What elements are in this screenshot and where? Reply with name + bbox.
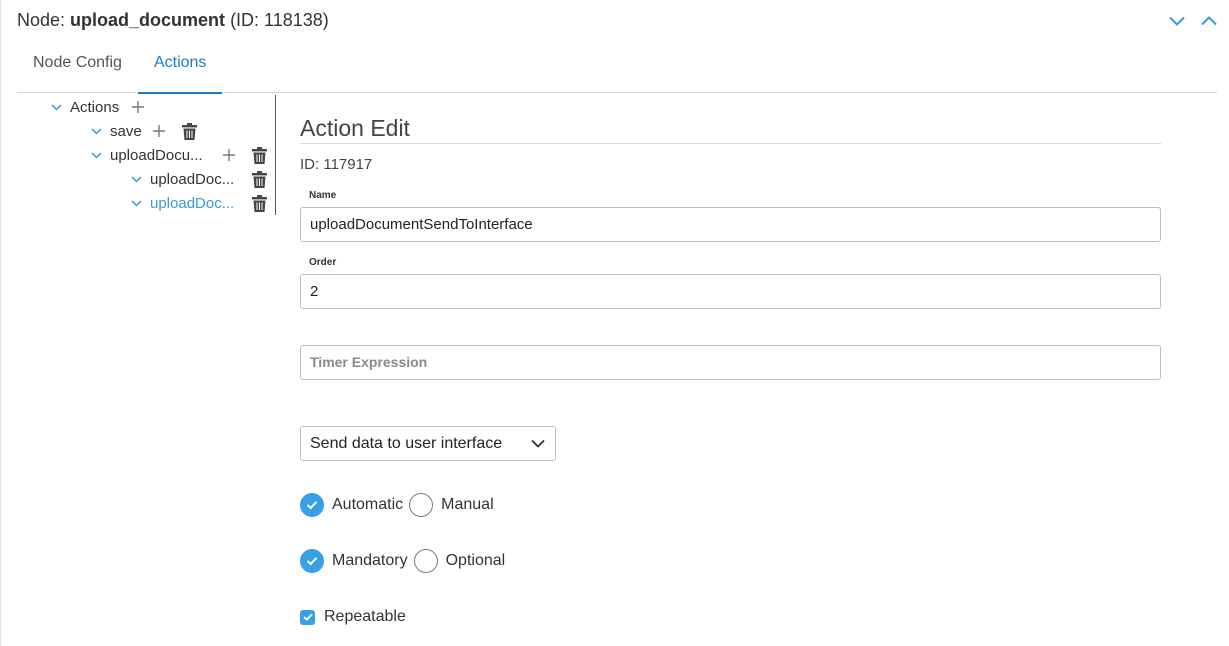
actions-tree: Actions save uploadDocu... uploadDoc... (18, 95, 276, 215)
node-id: (ID: 118138) (225, 10, 329, 30)
chevron-down-icon[interactable] (88, 147, 104, 163)
chevron-down-icon[interactable] (128, 195, 144, 211)
action-edit-form: Action Edit ID: 117917 Name Order (300, 112, 1161, 380)
order-label: Order (309, 257, 337, 268)
requirement-radio-group: Mandatory Optional (300, 549, 511, 573)
add-icon[interactable] (129, 98, 147, 116)
tree-item-label: save (110, 122, 142, 140)
select-value: Send data to user interface (310, 434, 503, 452)
repeatable-label: Repeatable (324, 608, 406, 625)
chevron-up-icon (1201, 16, 1217, 26)
chevron-down-icon[interactable] (88, 123, 104, 139)
tree-item-label: uploadDoc... (150, 170, 235, 188)
repeatable-checkbox[interactable] (300, 609, 315, 625)
optional-radio[interactable] (413, 549, 438, 573)
tab-bar: Node Config Actions (17, 45, 1217, 94)
chevron-down-icon (531, 439, 545, 448)
tree-item-save[interactable]: save (88, 119, 142, 143)
tree-item-upload-document[interactable]: uploadDocu... (88, 143, 203, 167)
add-icon[interactable] (150, 122, 168, 140)
collapse-button[interactable] (1167, 10, 1187, 32)
tree-divider (275, 95, 276, 215)
name-input[interactable] (300, 207, 1161, 242)
tree-item-upload-doc-2[interactable]: uploadDoc... (128, 191, 234, 215)
tree-item-label: uploadDoc... (150, 194, 235, 212)
trash-icon[interactable] (250, 170, 268, 188)
chevron-down-icon[interactable] (128, 171, 144, 187)
node-header: Node: upload_document (ID: 118138) (17, 10, 329, 36)
tab-node-config[interactable]: Node Config (17, 45, 138, 93)
name-label: Name (309, 190, 337, 201)
check-icon (306, 557, 318, 566)
chevron-down-icon (1169, 16, 1185, 26)
expand-button[interactable] (1199, 10, 1219, 32)
manual-label: Manual (441, 496, 494, 513)
trash-icon[interactable] (180, 122, 198, 140)
tree-root-label: Actions (70, 98, 120, 116)
mandatory-label: Mandatory (332, 552, 408, 569)
action-type-select[interactable]: Send data to user interface (300, 426, 556, 461)
optional-label: Optional (445, 552, 506, 569)
manual-radio[interactable] (409, 493, 434, 517)
action-id: ID: 117917 (300, 156, 373, 173)
tree-root[interactable]: Actions (48, 95, 119, 119)
mandatory-radio[interactable] (300, 549, 324, 573)
automatic-label: Automatic (332, 496, 404, 513)
timer-expression-input[interactable] (300, 345, 1161, 380)
check-icon (302, 613, 313, 621)
chevron-down-icon[interactable] (48, 99, 64, 115)
add-icon[interactable] (220, 146, 238, 164)
form-title: Action Edit (300, 112, 1161, 144)
header-controls (1167, 10, 1219, 32)
node-name: upload_document (70, 10, 226, 30)
trash-icon[interactable] (250, 194, 268, 212)
header-prefix: Node: (17, 10, 71, 30)
tab-actions[interactable]: Actions (137, 45, 223, 94)
repeatable-row: Repeatable (300, 608, 406, 626)
panel-left-border (0, 0, 1, 646)
tree-item-label: uploadDocu... (110, 146, 203, 164)
tree-item-upload-doc-1[interactable]: uploadDoc... (128, 167, 234, 191)
trigger-radio-group: Automatic Manual (300, 493, 500, 517)
check-icon (306, 501, 318, 510)
trash-icon[interactable] (250, 146, 268, 164)
automatic-radio[interactable] (300, 493, 324, 517)
order-input[interactable] (300, 274, 1161, 309)
